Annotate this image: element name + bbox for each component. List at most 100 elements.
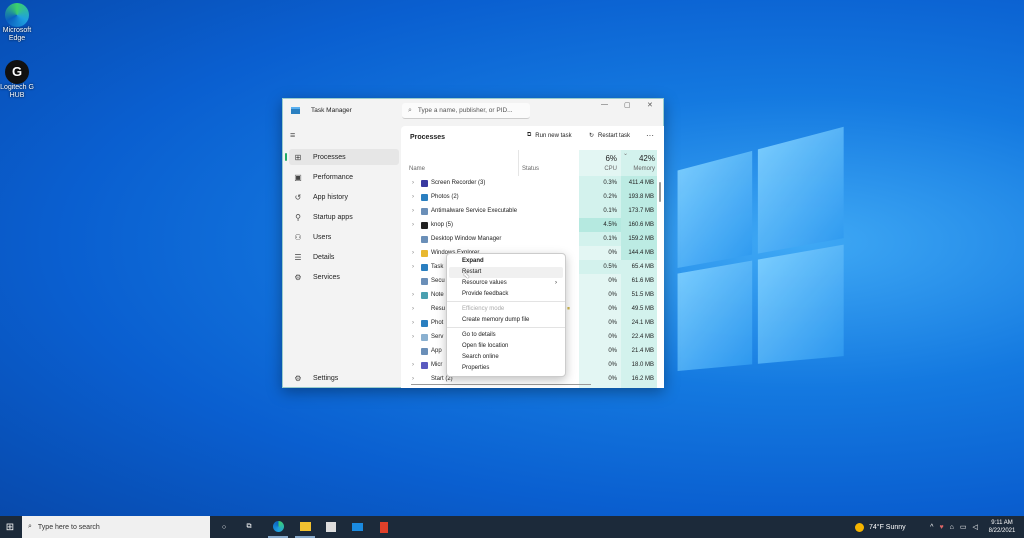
restart-task-button[interactable]: ↻ Restart task xyxy=(589,132,630,139)
memory-value: 159.2 MB xyxy=(621,232,657,246)
taskbar-store[interactable] xyxy=(321,516,341,538)
process-name: Secu xyxy=(431,278,445,284)
menu-item-create-memory-dump-file[interactable]: Create memory dump file xyxy=(449,315,563,326)
sun-icon xyxy=(855,523,864,532)
table-row[interactable]: › Screen Recorder (3) 0.3% 411.4 MB xyxy=(401,176,664,190)
taskbar-file-explorer[interactable] xyxy=(295,516,315,538)
sidebar-item-processes[interactable]: ⊞ Processes xyxy=(289,149,399,165)
cpu-value: 0.5% xyxy=(579,260,621,274)
taskbar-office[interactable] xyxy=(374,516,394,538)
expand-chevron-icon[interactable]: › xyxy=(412,376,414,382)
taskbar-search-box[interactable]: ⌕ Type here to search xyxy=(22,516,210,538)
menu-separator xyxy=(447,327,565,328)
process-icon xyxy=(421,376,428,383)
taskbar-mail[interactable] xyxy=(347,516,367,538)
process-icon xyxy=(421,264,428,271)
table-row[interactable]: › Antimalware Service Executable 0.1% 173.7… xyxy=(401,204,664,218)
task-view-icon: ⧉ xyxy=(247,523,252,531)
run-new-task-button[interactable]: ⧉ Run new task xyxy=(527,132,572,139)
edge-icon xyxy=(273,521,284,532)
menu-item-label: Open file location xyxy=(462,343,508,349)
clock[interactable]: 9:11 AM 8/22/2021 xyxy=(984,516,1020,538)
run-task-icon: ⧉ xyxy=(527,132,531,139)
minimize-button[interactable]: — xyxy=(601,101,608,108)
sidebar-item-services[interactable]: ⚙ Services xyxy=(289,269,399,285)
sidebar-item-users[interactable]: ⚇ Users xyxy=(289,229,399,245)
desktop-icon-ghub[interactable]: G Logitech G HUB xyxy=(0,60,34,100)
weather-widget[interactable]: 74°F Sunny xyxy=(855,516,925,538)
start-button[interactable]: ⊞ xyxy=(0,516,20,538)
table-row[interactable]: › knop (5) 4.5% 160.6 MB xyxy=(401,218,664,232)
menu-item-search-online[interactable]: Search online xyxy=(449,352,563,363)
expand-chevron-icon[interactable]: › xyxy=(412,320,414,326)
tray-app-icon[interactable]: ♥ xyxy=(939,524,943,531)
search-input[interactable]: ⌕ Type a name, publisher, or PID... xyxy=(402,103,530,119)
mouse-cursor: ⬉ xyxy=(463,271,470,280)
expand-chevron-icon[interactable]: › xyxy=(412,292,414,298)
menu-item-open-file-location[interactable]: Open file location xyxy=(449,341,563,352)
users-icon: ⚇ xyxy=(291,233,305,242)
maximize-button[interactable]: ▢ xyxy=(624,101,631,109)
column-header-cpu[interactable]: CPU xyxy=(579,166,617,172)
menu-item-go-to-details[interactable]: Go to details xyxy=(449,330,563,341)
menu-item-properties[interactable]: Properties xyxy=(449,363,563,374)
expand-chevron-icon[interactable]: › xyxy=(412,264,414,270)
sidebar-item-app-history[interactable]: ↺ App history xyxy=(289,189,399,205)
details-icon: ☰ xyxy=(291,253,305,262)
performance-icon: ▣ xyxy=(291,173,305,182)
desktop-icon-edge[interactable]: Microsoft Edge xyxy=(0,3,34,43)
sidebar-item-details[interactable]: ☰ Details xyxy=(289,249,399,265)
column-header-status[interactable]: Status xyxy=(522,166,539,172)
cpu-value: 0% xyxy=(579,330,621,344)
taskbar-edge[interactable] xyxy=(268,516,288,538)
column-header-name[interactable]: Name xyxy=(409,166,425,172)
button-label: Run new task xyxy=(535,133,571,139)
horizontal-scrollbar[interactable] xyxy=(411,384,591,385)
weather-text: 74°F Sunny xyxy=(869,524,906,531)
expand-chevron-icon[interactable]: › xyxy=(412,180,414,186)
search-placeholder: Type a name, publisher, or PID... xyxy=(418,107,513,114)
expand-chevron-icon[interactable]: › xyxy=(412,250,414,256)
network-icon[interactable]: ⌂ xyxy=(950,524,954,531)
memory-total: 42% xyxy=(621,154,655,163)
services-icon: ⚙ xyxy=(291,273,305,282)
hamburger-menu-icon[interactable]: ≡ xyxy=(290,130,295,140)
cpu-value: 0.3% xyxy=(579,176,621,190)
app-history-icon: ↺ xyxy=(291,193,305,202)
expand-chevron-icon[interactable]: › xyxy=(412,222,414,228)
menu-item-label: Resource values xyxy=(462,280,507,286)
sidebar-item-performance[interactable]: ▣ Performance xyxy=(289,169,399,185)
menu-item-label: Efficiency mode xyxy=(462,306,504,312)
memory-value: 144.4 MB xyxy=(621,246,657,260)
close-button[interactable]: ✕ xyxy=(647,101,653,109)
sidebar-item-label: Startup apps xyxy=(313,214,353,221)
cortana-button[interactable]: ○ xyxy=(216,516,232,538)
display-icon[interactable]: ▭ xyxy=(960,523,967,531)
cpu-value: 0% xyxy=(579,246,621,260)
vertical-scrollbar[interactable] xyxy=(659,182,661,202)
process-name: App xyxy=(431,348,442,354)
column-header-memory[interactable]: Memory xyxy=(621,166,655,172)
table-row[interactable]: › Photos (2) 0.2% 193.8 MB xyxy=(401,190,664,204)
sidebar-item-settings[interactable]: ⚙ Settings xyxy=(289,370,399,386)
volume-icon[interactable]: ◁ xyxy=(972,523,977,531)
expand-chevron-icon[interactable]: › xyxy=(412,362,414,368)
desktop-icon-label: Microsoft Edge xyxy=(0,27,34,43)
windows-wallpaper-logo xyxy=(678,126,845,371)
edge-icon xyxy=(5,3,29,27)
startup-icon: ⚲ xyxy=(291,213,305,222)
table-row[interactable]: Desktop Window Manager 0.1% 159.2 MB xyxy=(401,232,664,246)
expand-chevron-icon[interactable]: › xyxy=(412,208,414,214)
sidebar-item-startup-apps[interactable]: ⚲ Startup apps xyxy=(289,209,399,225)
process-icon xyxy=(421,334,428,341)
expand-chevron-icon[interactable]: › xyxy=(412,306,414,312)
search-placeholder: Type here to search xyxy=(38,524,100,531)
menu-item-provide-feedback[interactable]: Provide feedback xyxy=(449,289,563,300)
chevron-up-icon[interactable]: ^ xyxy=(930,524,933,531)
task-view-button[interactable]: ⧉ xyxy=(241,516,257,538)
expand-chevron-icon[interactable]: › xyxy=(412,334,414,340)
more-options-button[interactable]: ··· xyxy=(646,131,654,140)
cpu-total: 6% xyxy=(579,154,617,163)
expand-chevron-icon[interactable]: › xyxy=(412,194,414,200)
menu-item-expand[interactable]: Expand xyxy=(449,256,563,267)
